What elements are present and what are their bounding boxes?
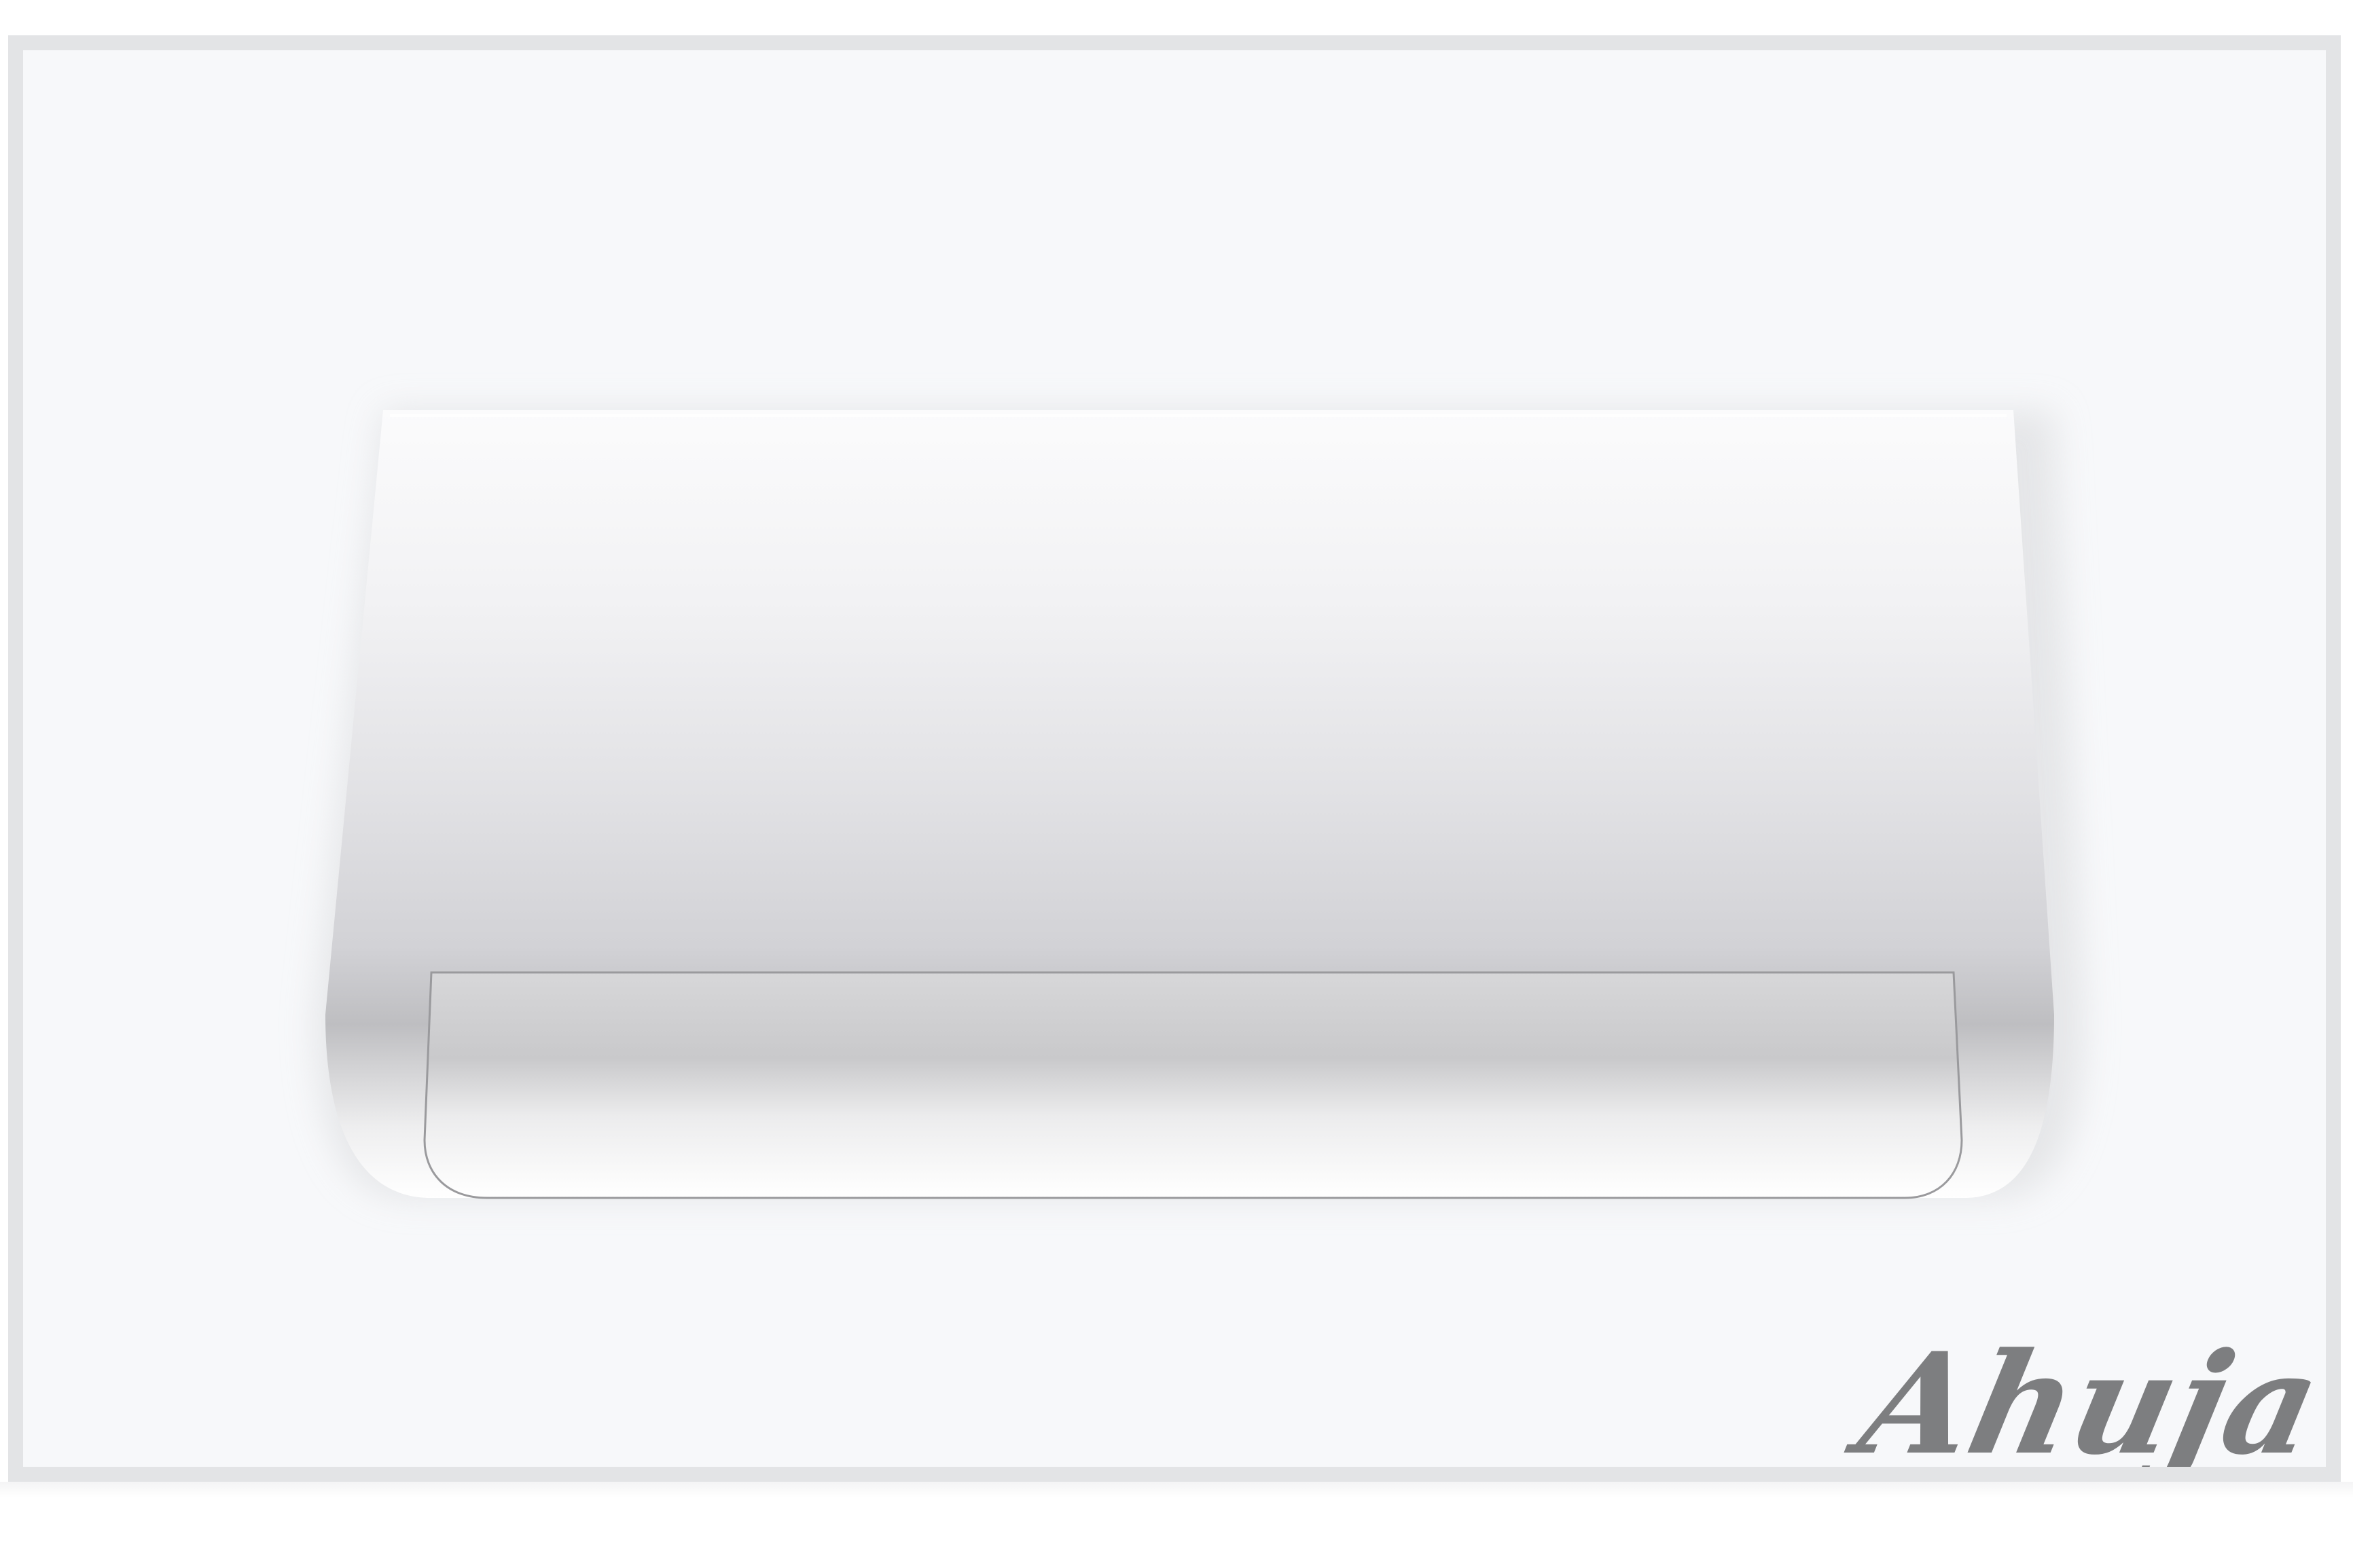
flush-button-inner-panel (423, 971, 1963, 1199)
panel-bottom-edge (0, 1482, 2353, 1498)
brand-logo-text: Ahuja (1836, 1321, 2333, 1482)
flush-panel: Ahuja (8, 35, 2341, 1482)
brand-logo: Ahuja (1836, 1313, 2326, 1467)
flush-button[interactable] (308, 349, 2088, 1232)
brand-logo-icon: Ahuja (1836, 1321, 2326, 1467)
product-scene: Ahuja (0, 0, 2353, 1568)
flush-button-icon (315, 410, 2085, 1199)
